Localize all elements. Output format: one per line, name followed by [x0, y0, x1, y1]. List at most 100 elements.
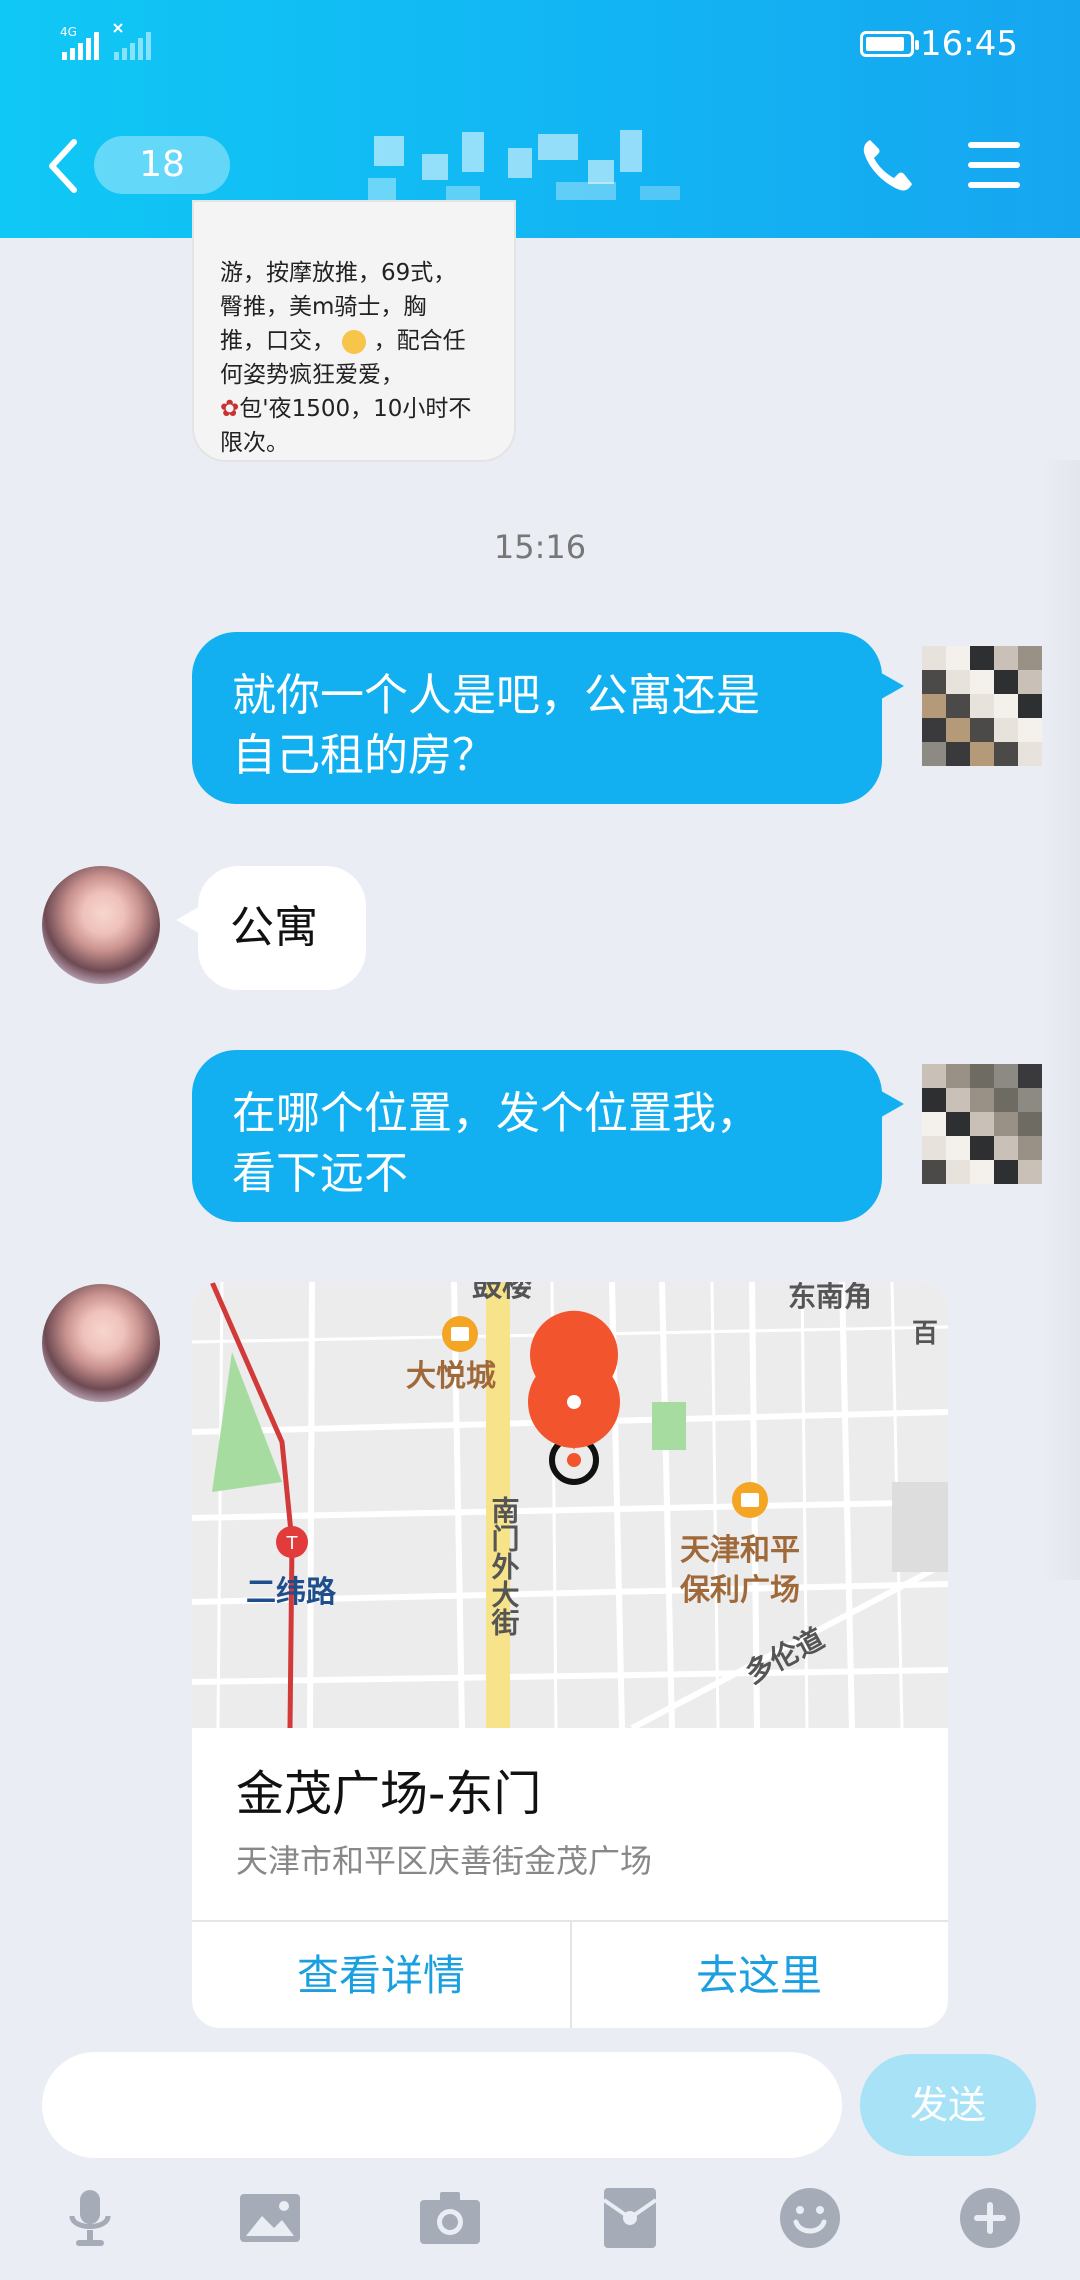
avatar-mosaic-tile: [946, 1088, 970, 1112]
avatar-mosaic-tile: [1018, 1112, 1042, 1136]
self-avatar[interactable]: [922, 646, 1042, 766]
avatar-mosaic-tile: [946, 670, 970, 694]
contact-avatar[interactable]: [42, 866, 160, 984]
avatar-mosaic-tile: [1018, 694, 1042, 718]
outgoing-message-bubble[interactable]: 就你一个人是吧，公寓还是 自己租的房？: [192, 632, 904, 804]
message-text: 在哪个位置，发个位置我，: [232, 1088, 760, 1139]
signal-icon: 4G: [60, 23, 151, 60]
microphone-icon[interactable]: [58, 2186, 122, 2250]
svg-text:4G: 4G: [60, 25, 77, 39]
map-label: 天津和平: [680, 1533, 800, 1568]
avatar-mosaic-tile: [922, 718, 946, 742]
avatar-mosaic-tile: [922, 694, 946, 718]
avatar-mosaic-tile: [922, 1088, 946, 1112]
avatar-mosaic-tile: [970, 694, 994, 718]
contact-avatar[interactable]: [42, 1284, 160, 1402]
map-label: 二纬路: [246, 1575, 337, 1610]
avatar-mosaic-tile: [994, 1112, 1018, 1136]
message-text: 包'夜1500，10小时不: [239, 396, 472, 422]
location-title: 金茂广场-东门: [236, 1766, 542, 1822]
location-card[interactable]: T 鼓楼 东南角 大悦城 二纬路 天津和平 保利广场 百 南门外大街 多伦道 金…: [192, 1282, 948, 2028]
avatar-mosaic-tile: [946, 742, 970, 766]
avatar-mosaic-tile: [994, 1160, 1018, 1184]
avatar-mosaic-tile: [994, 670, 1018, 694]
emoji-icon[interactable]: [778, 2186, 842, 2250]
avatar-mosaic-tile: [946, 694, 970, 718]
avatar-mosaic-tile: [994, 1136, 1018, 1160]
avatar-mosaic-tile: [1018, 1160, 1042, 1184]
avatar-mosaic-tile: [970, 1160, 994, 1184]
avatar-mosaic-tile: [970, 1064, 994, 1088]
outgoing-message-bubble[interactable]: 在哪个位置，发个位置我， 看下远不: [192, 1050, 904, 1222]
navigate-here-button[interactable]: 去这里: [570, 1922, 948, 2028]
location-address: 天津市和平区庆善街金茂广场: [236, 1842, 653, 1880]
phone-icon[interactable]: [860, 136, 916, 194]
map-label: 东南角: [788, 1282, 872, 1313]
avatar-mosaic-tile: [1018, 742, 1042, 766]
avatar-mosaic-tile: [970, 646, 994, 670]
location-actions: 查看详情 去这里: [192, 1920, 948, 2028]
rose-emoji-icon: ✿: [220, 396, 240, 422]
map-label: 百: [912, 1319, 938, 1349]
message-text: 就你一个人是吧，公寓还是: [232, 670, 760, 721]
avatar-mosaic-tile: [994, 742, 1018, 766]
avatar-mosaic-tile: [946, 1064, 970, 1088]
avatar-mosaic-tile: [946, 718, 970, 742]
avatar-mosaic-tile: [994, 694, 1018, 718]
chevron-left-icon: [49, 139, 77, 193]
menu-icon[interactable]: [968, 140, 1024, 190]
avatar-mosaic-tile: [922, 670, 946, 694]
map-label: 鼓楼: [472, 1282, 532, 1304]
back-button[interactable]: 18: [44, 130, 230, 200]
avatar-mosaic-tile: [970, 742, 994, 766]
avatar-mosaic-tile: [922, 1112, 946, 1136]
message-text: ，配合任: [373, 328, 466, 354]
title-bar: 4G 16:45 18: [0, 0, 1080, 238]
svg-text:T: T: [286, 1533, 299, 1554]
avatar-mosaic-tile: [1018, 670, 1042, 694]
send-button[interactable]: 发送: [860, 2054, 1036, 2156]
previous-message-bubble[interactable]: 游，按摩放推，69式， 臀推，美m骑士，胸 推，口交， ，配合任 何姿势疯狂爱爱…: [192, 200, 516, 462]
camera-icon[interactable]: [418, 2186, 482, 2250]
message-text: 自己租的房？: [232, 730, 496, 781]
message-text: 看下远不: [232, 1148, 408, 1199]
image-icon[interactable]: [238, 2186, 302, 2250]
unread-count-badge: 18: [94, 136, 230, 194]
avatar-mosaic-tile: [946, 1160, 970, 1184]
avatar-mosaic-tile: [922, 1160, 946, 1184]
kiss-emoji-icon: [342, 329, 367, 354]
map-label: 大悦城: [406, 1359, 496, 1394]
avatar-mosaic-tile: [1018, 1136, 1042, 1160]
avatar-mosaic-tile: [994, 718, 1018, 742]
avatar-mosaic-tile: [970, 670, 994, 694]
message-input[interactable]: [42, 2052, 842, 2158]
map-label: 保利广场: [680, 1573, 800, 1608]
avatar-mosaic-tile: [922, 646, 946, 670]
avatar-mosaic-tile: [1018, 718, 1042, 742]
avatar-mosaic-tile: [994, 1064, 1018, 1088]
message-text: 游，按摩放推，69式，: [220, 260, 457, 286]
avatar-mosaic-tile: [970, 1112, 994, 1136]
map-label: 南门外大街: [488, 1496, 521, 1636]
avatar-mosaic-tile: [922, 742, 946, 766]
view-details-button[interactable]: 查看详情: [192, 1922, 570, 2028]
avatar-mosaic-tile: [994, 1088, 1018, 1112]
avatar-mosaic-tile: [970, 1136, 994, 1160]
message-text: 臀推，美m骑士，胸: [220, 294, 427, 320]
avatar-mosaic-tile: [1018, 1064, 1042, 1088]
avatar-mosaic-tile: [946, 646, 970, 670]
battery-icon: [860, 31, 919, 57]
scroll-edge: [1040, 460, 1080, 1580]
self-avatar[interactable]: [922, 1064, 1042, 1184]
plus-icon[interactable]: [958, 2186, 1022, 2250]
message-text: 公寓: [230, 902, 318, 953]
red-packet-icon[interactable]: [598, 2186, 662, 2250]
avatar-mosaic-tile: [994, 646, 1018, 670]
avatar-mosaic-tile: [946, 1112, 970, 1136]
avatar-mosaic-tile: [922, 1064, 946, 1088]
avatar-mosaic-tile: [1018, 646, 1042, 670]
avatar-mosaic-tile: [1018, 1088, 1042, 1112]
incoming-message-bubble[interactable]: 公寓: [176, 866, 366, 990]
status-time: 16:45: [920, 24, 1018, 64]
location-map[interactable]: T 鼓楼 东南角 大悦城 二纬路 天津和平 保利广场 百 南门外大街 多伦道: [192, 1282, 948, 1728]
